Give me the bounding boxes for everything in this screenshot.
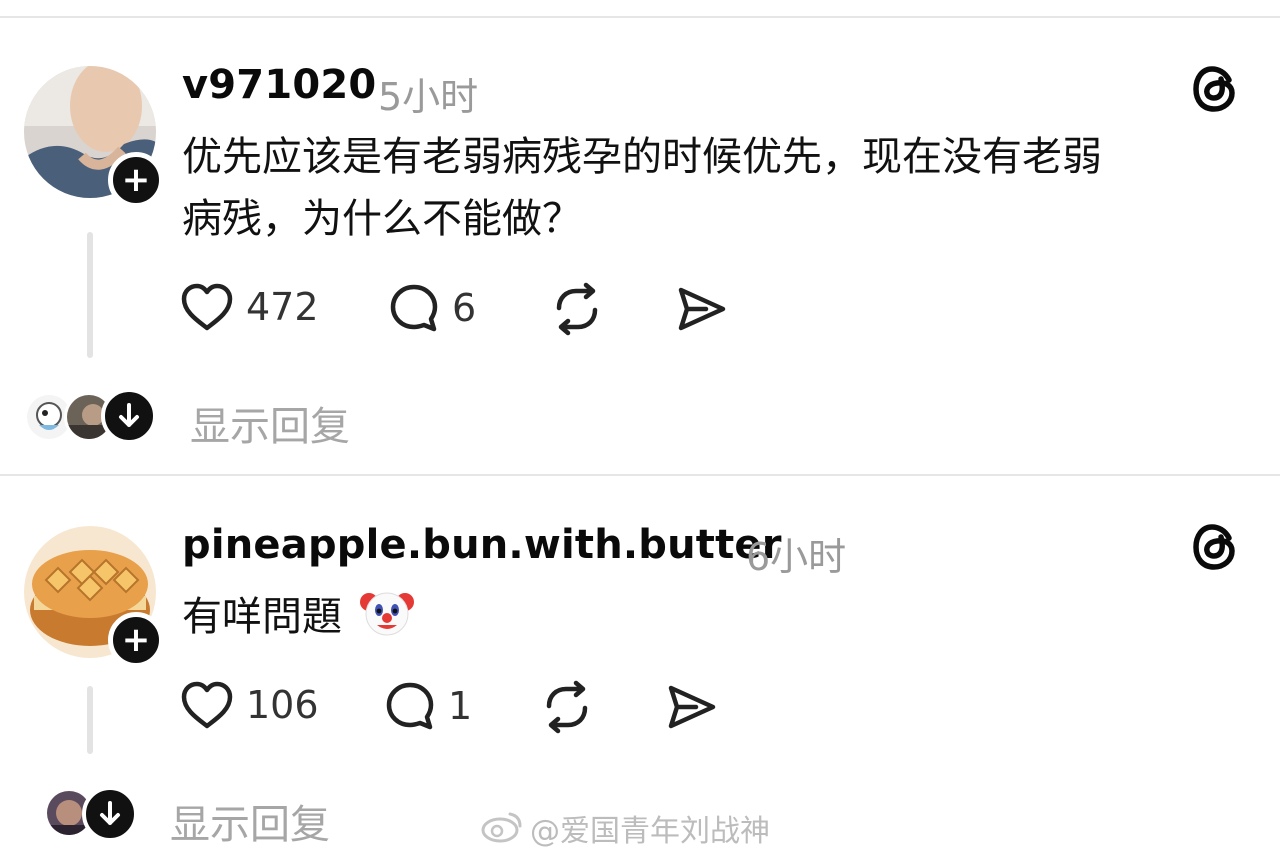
heart-icon — [181, 283, 233, 331]
comment-button[interactable]: 6 — [388, 282, 476, 334]
arrow-down-icon — [100, 801, 120, 825]
like-button[interactable]: 106 — [180, 680, 319, 730]
expand-replies-button[interactable] — [101, 388, 157, 444]
post-text-line-1: 优先应该是有老弱病残孕的时候优先，现在没有老弱 — [182, 134, 1102, 180]
plus-icon: + — [121, 160, 151, 200]
comment-count: 6 — [452, 286, 477, 330]
post-divider — [0, 474, 1280, 476]
show-replies-link[interactable]: 显示回复 — [170, 792, 330, 850]
comment-bubble-icon — [390, 284, 438, 332]
show-replies-link[interactable]: 显示回复 — [190, 394, 350, 452]
like-count: 106 — [246, 683, 319, 727]
arrow-down-icon — [119, 403, 139, 427]
follow-button[interactable]: + — [108, 612, 164, 668]
send-icon — [678, 287, 726, 331]
comment-bubble-icon — [386, 682, 434, 730]
threads-logo-icon[interactable] — [1192, 522, 1240, 576]
plus-icon: + — [121, 620, 151, 660]
post-text: 有咩問題 — [182, 594, 342, 640]
top-divider — [0, 16, 1280, 18]
share-button[interactable] — [666, 682, 718, 732]
repost-icon — [556, 282, 598, 336]
repost-button[interactable] — [540, 680, 594, 734]
like-count: 472 — [246, 285, 319, 329]
repost-button[interactable] — [550, 282, 604, 336]
username[interactable]: pineapple.bun.with.butter — [182, 522, 782, 568]
post-text-line-2: 病残，为什么不能做？ — [182, 196, 582, 242]
clown-face-emoji — [359, 592, 414, 636]
follow-button[interactable]: + — [108, 152, 164, 208]
thread-line — [87, 232, 93, 358]
comment-button[interactable]: 1 — [384, 680, 472, 732]
expand-replies-button[interactable] — [82, 786, 138, 842]
comment-count: 1 — [448, 684, 473, 728]
heart-icon — [181, 681, 233, 729]
username[interactable]: v971020 — [182, 62, 376, 108]
watermark-text: @爱国青年刘战神 — [530, 814, 770, 849]
like-button[interactable]: 472 — [180, 282, 319, 332]
threads-logo-icon[interactable] — [1192, 64, 1240, 118]
weibo-logo-icon — [481, 812, 522, 843]
post-time: 5小时 — [378, 75, 479, 119]
post-text-line-1: 有咩問題 — [182, 586, 415, 648]
thread-line — [87, 686, 93, 754]
share-button[interactable] — [676, 284, 728, 334]
repost-icon — [546, 680, 588, 734]
send-icon — [668, 685, 716, 729]
post-time: 6小时 — [746, 535, 847, 579]
